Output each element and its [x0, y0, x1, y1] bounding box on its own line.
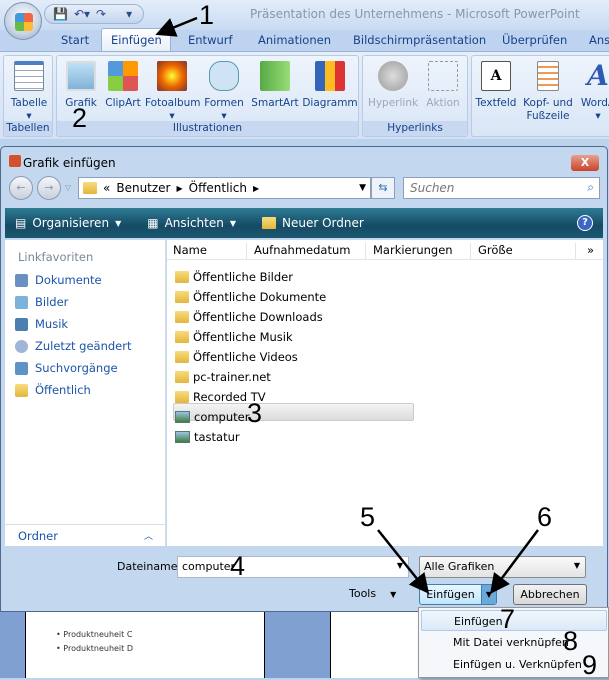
arrow-5 [377, 529, 430, 594]
annotation-6: 6 [537, 502, 553, 532]
annotation-9: 9 [582, 650, 598, 680]
annotation-3: 3 [247, 398, 263, 428]
annotation-8: 8 [563, 626, 579, 656]
annotation-arrows [155, 16, 539, 594]
arrow-1 [155, 16, 198, 37]
arrow-6 [490, 529, 539, 594]
annotation-7: 7 [500, 604, 516, 634]
annotation-4: 4 [230, 551, 246, 581]
annotation-2: 2 [72, 103, 88, 133]
annotation-1: 1 [199, 0, 215, 30]
annotation-5: 5 [360, 502, 376, 532]
